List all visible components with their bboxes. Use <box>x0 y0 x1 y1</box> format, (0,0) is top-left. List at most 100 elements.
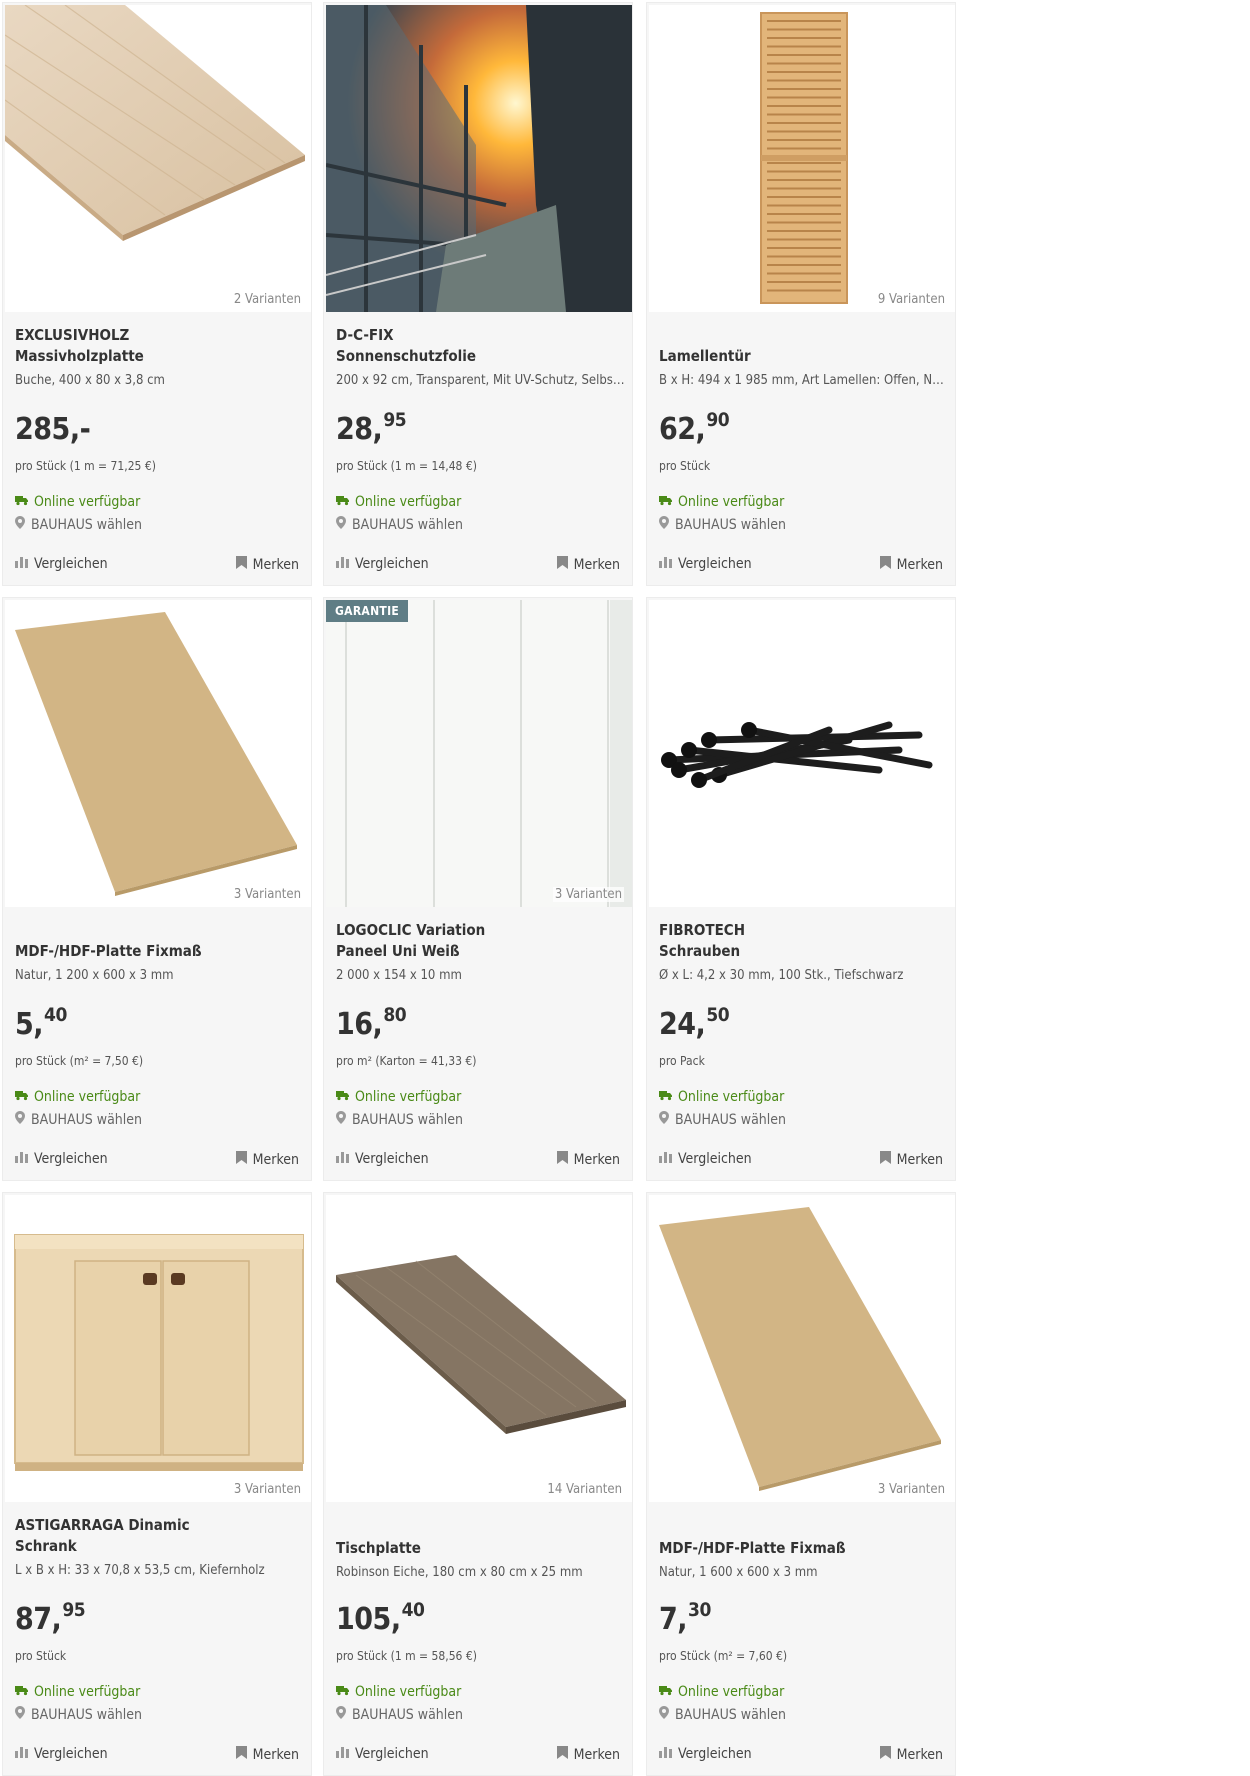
product-card[interactable]: FIBROTECH Schrauben Ø x L: 4,2 x 30 mm, … <box>646 597 956 1181</box>
product-price: 28,95 <box>336 409 407 447</box>
remember-button[interactable]: Merken <box>879 1151 943 1168</box>
price-cents: 95 <box>383 409 407 431</box>
compare-bars-icon <box>659 556 672 572</box>
compare-button[interactable]: Vergleichen <box>336 556 429 572</box>
product-price: 87,95 <box>15 1599 86 1637</box>
product-card[interactable]: GARANTIE 3 Varianten LOGOCLIC Variation … <box>323 597 633 1181</box>
compare-bars-icon <box>15 1746 28 1762</box>
mdf-board-icon[interactable] <box>649 1195 955 1502</box>
store-label: BAUHAUS wählen <box>31 1111 143 1128</box>
product-brand[interactable]: ASTIGARRAGA Dinamic <box>15 1516 190 1534</box>
remember-button[interactable]: Merken <box>235 556 299 573</box>
variants-count[interactable]: 2 Varianten <box>231 292 303 307</box>
product-name[interactable]: Massivholzplatte <box>15 347 144 365</box>
online-label: Online verfügbar <box>678 1089 785 1105</box>
price-main: 5, <box>15 1007 44 1042</box>
variants-count[interactable]: 9 Varianten <box>875 292 947 307</box>
product-card[interactable]: D-C-FIX Sonnenschutzfolie 200 x 92 cm, T… <box>323 2 633 586</box>
compare-button[interactable]: Vergleichen <box>15 1746 108 1762</box>
product-card[interactable]: 9 Varianten Lamellentür B x H: 494 x 1 9… <box>646 2 956 586</box>
price-main: 28, <box>336 412 383 447</box>
compare-label: Vergleichen <box>34 1746 108 1762</box>
compare-button[interactable]: Vergleichen <box>659 1151 752 1167</box>
compare-button[interactable]: Vergleichen <box>659 556 752 572</box>
compare-button[interactable]: Vergleichen <box>15 1151 108 1167</box>
remember-button[interactable]: Merken <box>879 556 943 573</box>
delivery-truck-icon <box>659 1684 672 1700</box>
product-card[interactable]: 3 Varianten MDF-/HDF-Platte Fixmaß Natur… <box>2 597 312 1181</box>
delivery-truck-icon <box>15 1089 28 1105</box>
price-cents: 40 <box>401 1599 425 1621</box>
compare-button[interactable]: Vergleichen <box>336 1746 429 1762</box>
store-label: BAUHAUS wählen <box>675 516 787 533</box>
product-name[interactable]: Sonnenschutzfolie <box>336 347 476 365</box>
remember-button[interactable]: Merken <box>556 1151 620 1168</box>
compare-bars-icon <box>15 556 28 572</box>
product-card[interactable]: 3 Varianten MDF-/HDF-Platte Fixmaß Natur… <box>646 1192 956 1776</box>
product-brand[interactable]: LOGOCLIC Variation <box>336 921 485 939</box>
wood-worktop-icon[interactable] <box>5 5 311 312</box>
compare-label: Vergleichen <box>355 1151 429 1167</box>
compare-button[interactable]: Vergleichen <box>659 1746 752 1762</box>
product-description: B x H: 494 x 1 985 mm, Art Lamellen: Off… <box>659 373 949 388</box>
store-select-link[interactable]: BAUHAUS wählen <box>336 516 463 533</box>
product-name[interactable]: Tischplatte <box>336 1539 421 1557</box>
remember-label: Merken <box>896 1151 943 1168</box>
store-select-link[interactable]: BAUHAUS wählen <box>659 1111 786 1128</box>
product-name[interactable]: Paneel Uni Weiß <box>336 942 460 960</box>
variants-count[interactable]: 3 Varianten <box>875 1482 947 1497</box>
product-card[interactable]: 3 Varianten ASTIGARRAGA Dinamic Schrank … <box>2 1192 312 1776</box>
store-select-link[interactable]: BAUHAUS wählen <box>15 1111 142 1128</box>
remember-button[interactable]: Merken <box>235 1746 299 1763</box>
delivery-truck-icon <box>659 494 672 510</box>
product-card[interactable]: 2 Varianten EXCLUSIVHOLZ Massivholzplatt… <box>2 2 312 586</box>
product-price: 16,80 <box>336 1004 407 1042</box>
variants-count[interactable]: 3 Varianten <box>231 1482 303 1497</box>
remember-button[interactable]: Merken <box>235 1151 299 1168</box>
product-name[interactable]: MDF-/HDF-Platte Fixmaß <box>15 942 202 960</box>
online-availability: Online verfügbar <box>15 1684 140 1700</box>
pine-cabinet-icon[interactable] <box>5 1195 311 1502</box>
product-name[interactable]: Lamellentür <box>659 347 751 365</box>
location-pin-icon <box>336 1111 346 1128</box>
product-description: Ø x L: 4,2 x 30 mm, 100 Stk., Tiefschwar… <box>659 968 904 983</box>
product-name[interactable]: Schrank <box>15 1537 77 1555</box>
product-brand[interactable]: FIBROTECH <box>659 921 745 939</box>
store-select-link[interactable]: BAUHAUS wählen <box>15 516 142 533</box>
variants-count[interactable]: 14 Varianten <box>545 1482 624 1497</box>
remember-button[interactable]: Merken <box>556 1746 620 1763</box>
price-main: 105, <box>336 1602 401 1637</box>
product-card[interactable]: 14 Varianten Tischplatte Robinson Eiche,… <box>323 1192 633 1776</box>
compare-button[interactable]: Vergleichen <box>336 1151 429 1167</box>
store-select-link[interactable]: BAUHAUS wählen <box>659 1706 786 1723</box>
store-select-link[interactable]: BAUHAUS wählen <box>659 516 786 533</box>
store-select-link[interactable]: BAUHAUS wählen <box>336 1706 463 1723</box>
white-panel-icon[interactable] <box>326 600 632 907</box>
black-screws-icon[interactable] <box>649 600 955 907</box>
store-select-link[interactable]: BAUHAUS wählen <box>336 1111 463 1128</box>
delivery-truck-icon <box>15 1684 28 1700</box>
product-name[interactable]: MDF-/HDF-Platte Fixmaß <box>659 1539 846 1557</box>
compare-bars-icon <box>336 556 349 572</box>
remember-button[interactable]: Merken <box>879 1746 943 1763</box>
louvred-door-icon[interactable] <box>649 5 955 312</box>
compare-label: Vergleichen <box>678 556 752 572</box>
mdf-board-icon[interactable] <box>5 600 311 907</box>
product-brand[interactable]: D-C-FIX <box>336 326 394 344</box>
guarantee-badge: GARANTIE <box>326 600 409 622</box>
price-cents: 50 <box>706 1004 730 1026</box>
product-brand[interactable]: EXCLUSIVHOLZ <box>15 326 129 344</box>
price-main: 24, <box>659 1007 706 1042</box>
price-main: 7, <box>659 1602 688 1637</box>
price-cents: 95 <box>62 1599 86 1621</box>
table-top-icon[interactable] <box>326 1195 632 1502</box>
compare-button[interactable]: Vergleichen <box>15 556 108 572</box>
remember-button[interactable]: Merken <box>556 556 620 573</box>
unit-price: pro m² (Karton = 41,33 €) <box>336 1054 477 1068</box>
product-name[interactable]: Schrauben <box>659 942 740 960</box>
store-select-link[interactable]: BAUHAUS wählen <box>15 1706 142 1723</box>
product-price: 62,90 <box>659 409 730 447</box>
variants-count[interactable]: 3 Varianten <box>231 887 303 902</box>
variants-count[interactable]: 3 Varianten <box>552 887 624 902</box>
sunlit-glass-facade-icon[interactable] <box>326 5 632 312</box>
